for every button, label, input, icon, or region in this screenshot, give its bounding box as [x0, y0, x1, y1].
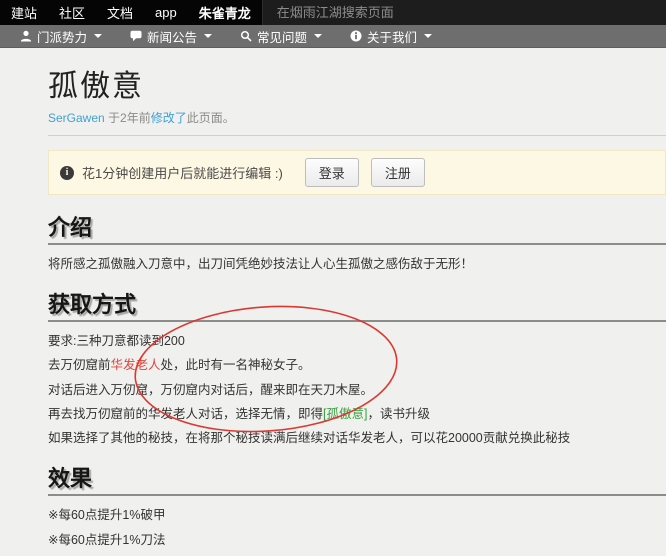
byline-text: 此页面。 [186, 111, 235, 125]
user-icon [20, 30, 32, 42]
info-icon: i [60, 165, 74, 180]
alert-text: 花1分钟创建用户后就能进行编辑 :) [82, 166, 283, 181]
text-run: 处，此时有一名神秘女子。 [160, 358, 311, 373]
paragraph: 将所感之孤傲融入刀意中，出刀间凭绝妙技法让人心生孤傲之感伤敌于无形！ [48, 257, 666, 271]
paragraph: 对话后进入万仞窟，万仞窟内对话后，醒来即在天刀木屋。 [48, 383, 666, 397]
topbar-item-brand[interactable]: 朱雀青龙 [188, 0, 262, 25]
nav-item-label: 关于我们 [367, 30, 418, 45]
nav-item-label: 门派势力 [37, 30, 88, 45]
text-run: 如果选择了其他的秘技，在将那个秘技读满后继续对话华发老人，可以花20000贡献兑… [48, 431, 571, 446]
paragraph: 去万仞窟前华发老人处，此时有一名神秘女子。 [48, 358, 666, 372]
paragraph: ※每60点提升1%破甲 [48, 508, 666, 522]
section-heading-intro: 介绍 [48, 215, 666, 246]
login-alert: i 花1分钟创建用户后就能进行编辑 :) 登录 注册 [48, 150, 666, 195]
text-run: ※每60点提升1%破甲 [48, 508, 166, 523]
search-icon [240, 30, 252, 42]
text-run: 对话后进入万仞窟，万仞窟内对话后，醒来即在天刀木屋。 [48, 382, 374, 397]
edit-link[interactable]: 修改了 [151, 111, 187, 125]
paragraph: 要求:三种刀意都读到200 [48, 334, 666, 348]
byline: SerGawen 于2年前修改了此页面。 [48, 109, 666, 126]
nav-item-factions[interactable]: 门派势力 [6, 25, 116, 47]
keyword-green[interactable]: [孤傲意] [323, 407, 367, 421]
text-run: 去万仞窟前 [48, 358, 111, 373]
main-content: 孤傲意 SerGawen 于2年前修改了此页面。 i 花1分钟创建用户后就能进行… [48, 70, 666, 556]
nav-bar: 门派势力 新闻公告 常见问题 关于我们 [0, 25, 666, 48]
top-bar: 建站 社区 文档 app 朱雀青龙 [0, 0, 666, 25]
keyword-red[interactable]: 华发老人 [111, 358, 161, 372]
section-heading-effect: 效果 [48, 466, 666, 497]
search-input[interactable] [261, 0, 666, 25]
text-run: 再去找万仞窟前的华发老人对话，选择无情，即得 [48, 407, 324, 422]
register-button[interactable]: 注册 [370, 158, 425, 187]
byline-text: 于2年前 [104, 111, 151, 125]
chevron-down-icon [424, 34, 433, 38]
text-run: 将所感之孤傲融入刀意中，出刀间凭绝妙技法让人心生孤傲之感伤敌于无形！ [48, 257, 474, 272]
nav-item-news[interactable]: 新闻公告 [116, 25, 226, 47]
nav-item-about[interactable]: 关于我们 [336, 25, 446, 47]
topbar-item-jianzhan[interactable]: 建站 [0, 0, 48, 25]
page: { "topbar": { "items": ["建站", "社区", "文档"… [0, 0, 666, 556]
topbar-item-shequ[interactable]: 社区 [48, 0, 96, 25]
chevron-down-icon [94, 34, 103, 38]
comment-icon [130, 30, 142, 42]
nav-item-label: 常见问题 [257, 30, 308, 45]
page-title: 孤傲意 [48, 70, 144, 103]
section-intro: 将所感之孤傲融入刀意中，出刀间凭绝妙技法让人心生孤傲之感伤敌于无形！ [48, 257, 666, 271]
author-link[interactable]: SerGawen [48, 111, 105, 125]
text-run: ※每60点提升1%刀法 [48, 532, 166, 547]
paragraph: 如果选择了其他的秘技，在将那个秘技读满后继续对话华发老人，可以花20000贡献兑… [48, 431, 666, 445]
section-effect: ※每60点提升1%破甲※每60点提升1%刀法※练至300级增加6%命中Ps.可与… [48, 508, 666, 556]
topbar-item-wendang[interactable]: 文档 [96, 0, 144, 25]
paragraph: ※每60点提升1%刀法 [48, 533, 666, 547]
nav-item-faq[interactable]: 常见问题 [226, 25, 336, 47]
chevron-down-icon [204, 34, 213, 38]
info-icon [350, 30, 362, 42]
topbar-item-app[interactable]: app [144, 0, 188, 25]
nav-item-label: 新闻公告 [147, 30, 198, 45]
section-heading-obtain: 获取方式 [48, 292, 666, 322]
paragraph: 再去找万仞窟前的华发老人对话，选择无情，即得[孤傲意]，读书升级 [48, 407, 666, 421]
divider [48, 135, 666, 136]
login-button[interactable]: 登录 [304, 158, 359, 187]
text-run: ，读书升级 [367, 407, 430, 422]
chevron-down-icon [314, 34, 323, 38]
section-obtain: 要求:三种刀意都读到200 去万仞窟前华发老人处，此时有一名神秘女子。 对话后进入万… [48, 334, 666, 446]
text-run: 要求:三种刀意都读到200 [48, 333, 185, 348]
